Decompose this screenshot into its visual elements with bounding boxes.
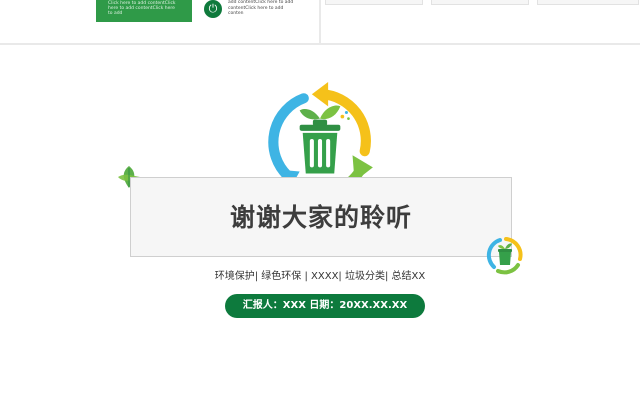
thumbnail-card <box>325 0 423 5</box>
topic-tags: 环境保护| 绿色环保 | XXXX| 垃圾分类| 总结XX <box>214 271 426 282</box>
thumbnail-card <box>537 0 639 5</box>
thumbnail-card <box>431 0 529 5</box>
power-icon: ⏻ <box>204 0 222 18</box>
main-slide[interactable]: 谢谢大家的聆听 环境保护| 绿色环保 | XXXX| 垃圾分类| 总结XX 汇报… <box>0 45 640 402</box>
reporter-badge: 汇报人：XXX 日期：20XX.XX.XX <box>225 294 425 318</box>
thumbnail-green-block: Click here to add contentClick here to a… <box>96 0 192 22</box>
thumbnail-side-text: add contentClick here to add contentClic… <box>228 0 294 16</box>
slide-title: 谢谢大家的聆听 <box>229 203 412 232</box>
thumbnail-green-text: Click here to add contentClick here to a… <box>108 1 176 16</box>
title-frame: 谢谢大家的聆听 <box>130 177 512 257</box>
thumbnail-slide-left[interactable]: Click here to add contentClick here to a… <box>0 0 319 43</box>
thumbnail-slide-right[interactable] <box>321 0 640 43</box>
